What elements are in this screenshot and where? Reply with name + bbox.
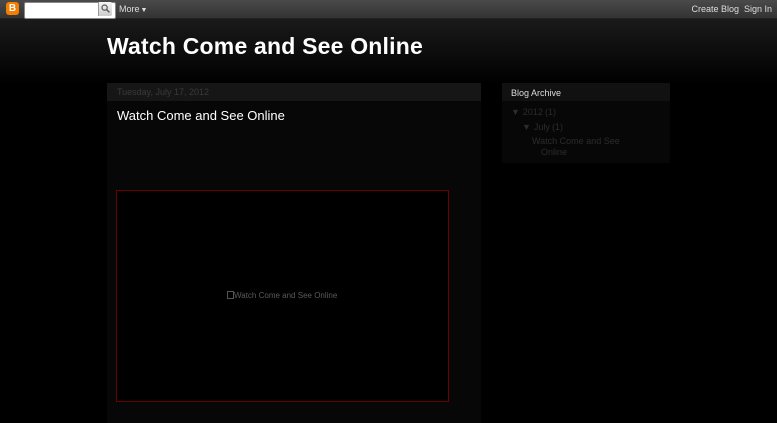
more-label: More bbox=[119, 4, 140, 14]
blog-title[interactable]: Watch Come and See Online bbox=[107, 31, 423, 61]
search-icon bbox=[101, 4, 110, 13]
triangle-down-icon[interactable]: ▼ bbox=[511, 107, 520, 117]
blogger-logo-icon[interactable]: B bbox=[6, 2, 19, 15]
archive-post-link[interactable]: Watch Come and See Online bbox=[532, 136, 632, 158]
archive-title: Blog Archive bbox=[502, 83, 670, 101]
archive-year-count: (1) bbox=[544, 107, 556, 117]
image-alt-text: Watch Come and See Online bbox=[234, 291, 338, 300]
post-title: Watch Come and See Online bbox=[117, 108, 285, 123]
archive-year-label[interactable]: 2012 bbox=[523, 107, 543, 117]
more-menu[interactable]: More▼ bbox=[119, 3, 147, 17]
archive-post-line2[interactable]: Online bbox=[532, 147, 632, 158]
archive-post-line1[interactable]: Watch Come and See bbox=[532, 136, 620, 146]
archive-month-count: (1) bbox=[551, 122, 563, 132]
post-image: Watch Come and See Online bbox=[116, 190, 449, 402]
blogger-navbar: B More▼ Create Blog Sign In bbox=[0, 0, 777, 19]
triangle-down-icon[interactable]: ▼ bbox=[522, 122, 531, 132]
search-button[interactable] bbox=[98, 2, 112, 16]
caret-down-icon: ▼ bbox=[140, 7, 148, 14]
archive-month-label[interactable]: July bbox=[534, 122, 550, 132]
archive-year-item[interactable]: ▼ 2012 (1) bbox=[511, 107, 556, 118]
create-blog-link[interactable]: Create Blog bbox=[691, 3, 739, 15]
sign-in-link[interactable]: Sign In bbox=[744, 3, 772, 15]
broken-image-icon bbox=[227, 291, 234, 299]
archive-month-item[interactable]: ▼ July (1) bbox=[522, 122, 563, 133]
broken-image-placeholder: Watch Come and See Online bbox=[227, 291, 337, 301]
post-date: Tuesday, July 17, 2012 bbox=[107, 83, 481, 101]
